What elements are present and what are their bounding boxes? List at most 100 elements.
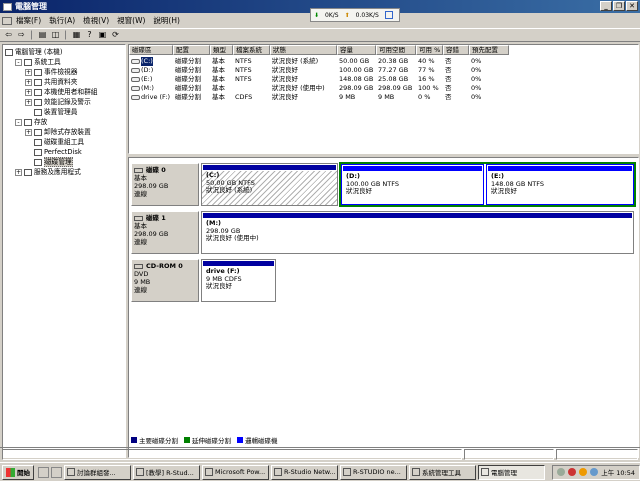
taskbar-button[interactable]: 電腦管理 [478,464,545,480]
network-meter[interactable]: ⬇ 0K/S ⬆ 0.03K/S [310,8,400,22]
table-cell: 0% [471,66,482,74]
expand-collapse-icon[interactable]: + [25,68,32,76]
tree-item[interactable]: 磁碟重組工具 [25,137,84,147]
restore-button[interactable]: ❐ [613,1,625,11]
tree-item[interactable]: 電腦管理 (本機) [5,47,62,57]
taskbar-button[interactable]: R-STUDIO ne... [340,464,407,480]
tree-item[interactable]: 磁碟管理 [25,157,73,167]
tree-item[interactable]: - 系統工具 [15,57,61,67]
taskbar-button[interactable]: Microsoft Pow... [202,464,269,480]
task-label: [教學] R-Stud... [146,469,194,477]
column-header[interactable]: 容錯 [443,45,469,55]
up-folder-icon[interactable]: ▤ [37,30,48,40]
start-button[interactable]: 開始 [2,464,34,480]
app-menu-icon[interactable] [2,16,12,25]
expand-collapse-icon[interactable]: - [15,58,22,66]
menu-view[interactable]: 檢視(V) [79,15,113,26]
tree-item[interactable]: 裝置管理員 [25,107,77,117]
column-header[interactable]: 配置 [173,45,210,55]
taskbar-button[interactable]: 討論群組發... [64,464,131,480]
column-header[interactable]: 容量 [337,45,376,55]
table-cell: (E:) [141,75,153,83]
windows-logo-icon [6,467,15,477]
drive-icon [131,95,140,100]
table-cell: 0% [471,93,482,101]
tray-icon-4[interactable] [590,468,599,476]
table-row[interactable]: (E:) 磁碟分割 基本 NTFS 狀況良好 148.08 GB 25.08 GB 16 % 否… [129,75,509,84]
menu-window[interactable]: 視窗(W) [113,15,149,26]
export-list-icon[interactable]: ▣ [97,30,108,40]
task-app-icon [412,468,420,476]
browser-icon[interactable] [51,466,62,478]
legend-item: 延伸磁碟分割 [184,435,231,445]
table-cell: 磁碟分割 [175,75,201,83]
drive-icon [131,77,140,82]
clock[interactable]: 上午 10:54 [601,467,635,477]
partition[interactable]: (D:) 100.00 GB NTFS 狀況良好 [341,164,484,205]
tree-item[interactable]: + 服務及應用程式 [15,167,81,177]
tray-icon-1[interactable] [557,468,566,476]
tree-item[interactable]: PerfectDisk [25,147,82,157]
forward-arrow-icon[interactable]: ⇨ [16,30,27,40]
disk-status: 連線 [134,190,147,198]
expand-collapse-icon[interactable]: - [15,118,22,126]
taskbar-button[interactable]: 系統管理工具 [409,464,476,480]
show-desktop-icon[interactable] [38,466,49,478]
expand-collapse-icon[interactable]: + [25,88,32,96]
partition-info: (M:) 298.09 GB 狀況良好 (使用中) [202,219,633,253]
partition[interactable]: (M:) 298.09 GB 狀況良好 (使用中) [201,211,634,254]
refresh-icon[interactable]: ⟳ [110,30,121,40]
tray-icon-2[interactable] [568,468,577,476]
table-row[interactable]: drive (F:) 磁碟分割 基本 CDFS 狀況良好 9 MB 9 MB 0 % 否 0% [129,93,509,102]
tree-item[interactable]: + 事件檢視器 [25,67,77,77]
tree-item[interactable]: + 共用資料夾 [25,77,77,87]
disk-label[interactable]: 磁碟 1 基本 298.09 GB 連線 [131,211,199,254]
taskbar-button[interactable]: R-Studio Netw... [271,464,338,480]
tree-item[interactable]: + 卸除式存放裝置 [25,127,91,137]
expand-collapse-icon[interactable]: + [15,168,22,176]
minimize-button[interactable]: _ [600,1,612,11]
expand-collapse-icon[interactable]: + [25,128,32,136]
table-row[interactable]: (D:) 磁碟分割 基本 NTFS 狀況良好 100.00 GB 77.27 GB 77 % 否… [129,66,509,75]
column-header[interactable]: 類型 [210,45,233,55]
partition[interactable]: drive (F:) 9 MB CDFS 狀況良好 [201,259,276,302]
partition-title: (M:) [206,219,222,227]
task-app-icon [343,468,351,476]
menu-action[interactable]: 執行(A) [45,15,79,26]
menu-file[interactable]: 檔案(F) [12,15,45,26]
tree-item[interactable]: + 本機使用者和群組 [25,87,98,97]
column-header[interactable]: 檔案系統 [233,45,270,55]
tree-item[interactable]: - 存放 [15,117,47,127]
disk-label[interactable]: CD-ROM 0 DVD 9 MB 連線 [131,259,199,302]
disk-label[interactable]: 磁碟 0 基本 298.09 GB 連線 [131,163,199,206]
menu-help[interactable]: 說明(H) [149,15,184,26]
column-header[interactable]: 狀態 [270,45,337,55]
tray-icon-3[interactable] [579,468,588,476]
expand-collapse-icon[interactable]: + [25,78,32,86]
expand-collapse-icon[interactable]: + [25,98,32,106]
properties-icon[interactable]: ▦ [71,30,82,40]
task-label: 電腦管理 [491,469,517,477]
show-hide-tree-icon[interactable]: ◫ [50,30,61,40]
system-tray: 上午 10:54 [552,464,640,480]
partition[interactable]: (C:) 50.00 GB NTFS 狀況良好 (系統) [201,163,338,206]
help-icon[interactable]: ? [84,30,95,40]
partition[interactable]: (E:) 148.08 GB NTFS 狀況良好 [486,164,634,205]
table-row[interactable]: (M:) 磁碟分割 基本 狀況良好 (使用中) 298.09 GB 298.09 GB 10… [129,84,509,93]
taskbar-button[interactable]: [教學] R-Stud... [133,464,200,480]
table-cell: NTFS [235,75,252,83]
column-header[interactable]: 預先配置 [469,45,509,55]
tree-item[interactable]: + 效能記錄及警示 [25,97,91,107]
partition-info: drive (F:) 9 MB CDFS 狀況良好 [202,267,275,301]
table-row[interactable]: (C:) 磁碟分割 基本 NTFS 狀況良好 (系統) 50.00 GB 20.38 GB 4… [129,57,509,66]
disk-name: 磁碟 0 [146,166,166,174]
close-button[interactable]: ✕ [626,1,638,11]
taskbar: 開始 討論群組發... [教學] R-Stud... Microsoft Pow..… [0,462,640,481]
column-header[interactable]: 磁碟區 [129,45,173,55]
task-app-icon [274,468,282,476]
partition-status: 狀況良好 (使用中) [206,234,259,242]
tree-node-icon [34,78,42,86]
back-arrow-icon[interactable]: ⇦ [3,30,14,40]
column-header[interactable]: 可用 % [416,45,443,55]
column-header[interactable]: 可用空間 [376,45,416,55]
